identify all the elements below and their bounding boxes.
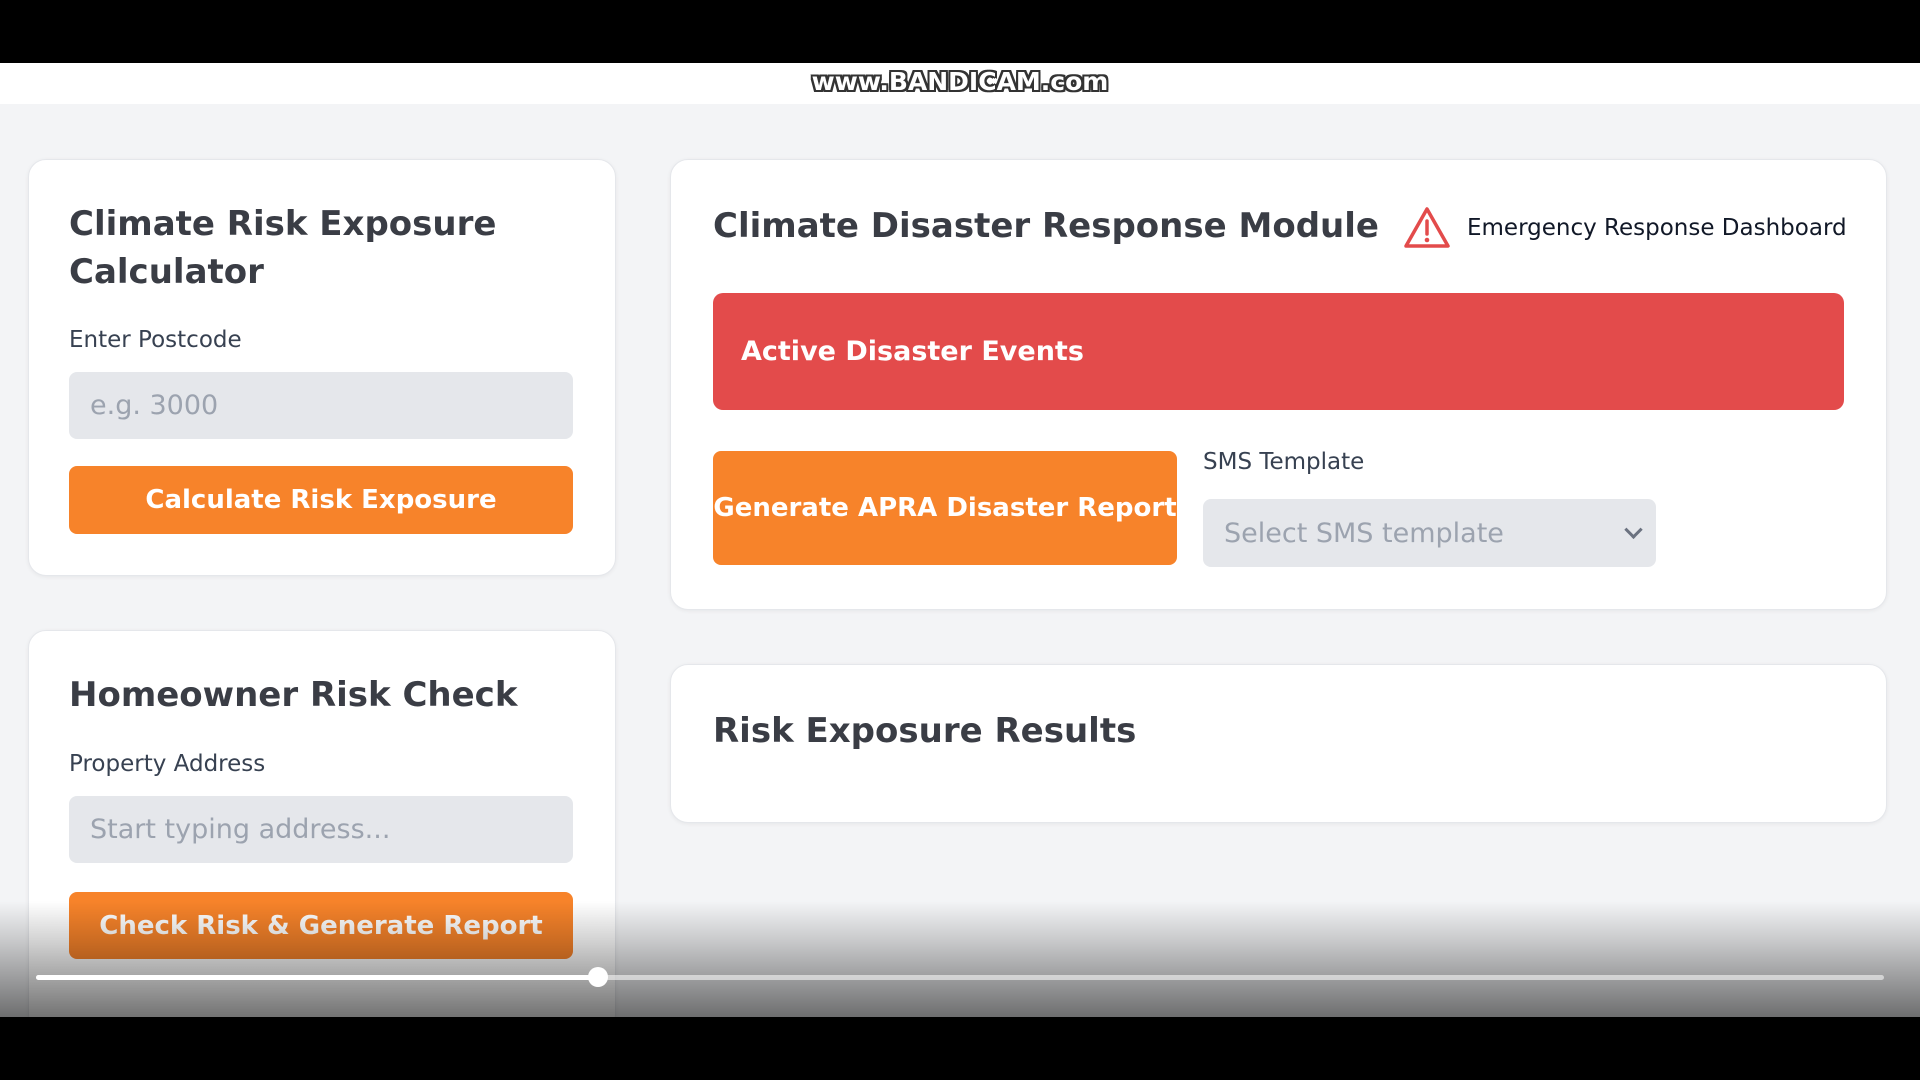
risk-calculator-card: Climate Risk Exposure Calculator Enter P… xyxy=(28,159,616,576)
sms-template-select[interactable]: Select SMS template xyxy=(1203,499,1656,567)
app-viewport: www.BANDICAM.com Climate Risk Exposure C… xyxy=(0,63,1920,1017)
active-disaster-events-banner[interactable]: Active Disaster Events xyxy=(713,293,1844,410)
postcode-label: Enter Postcode xyxy=(69,327,242,353)
disaster-module-card: Climate Disaster Response Module Emergen… xyxy=(670,159,1887,610)
property-address-label: Property Address xyxy=(69,751,266,777)
warning-triangle-icon xyxy=(1403,206,1451,250)
results-title: Risk Exposure Results xyxy=(713,711,1137,751)
emergency-dashboard-label: Emergency Response Dashboard xyxy=(1467,215,1847,241)
risk-calculator-title: Climate Risk Exposure Calculator xyxy=(69,204,497,292)
video-letterbox-bottom xyxy=(0,1017,1920,1080)
homeowner-check-title: Homeowner Risk Check xyxy=(69,675,518,715)
homeowner-check-card: Homeowner Risk Check Property Address Ch… xyxy=(28,630,616,1017)
chevron-down-icon xyxy=(1624,520,1643,539)
postcode-input[interactable] xyxy=(69,372,573,439)
video-seek-bar[interactable] xyxy=(36,967,1884,987)
results-card: Risk Exposure Results xyxy=(670,664,1887,823)
property-address-input[interactable] xyxy=(69,796,573,863)
sms-template-selected: Select SMS template xyxy=(1224,517,1504,549)
sms-template-label: SMS Template xyxy=(1203,449,1365,475)
disaster-module-title: Climate Disaster Response Module xyxy=(713,206,1379,246)
check-risk-button[interactable]: Check Risk & Generate Report xyxy=(69,892,573,959)
emergency-dashboard-link[interactable]: Emergency Response Dashboard xyxy=(1403,204,1847,252)
recorder-watermark: www.BANDICAM.com xyxy=(811,67,1109,96)
video-seek-progress xyxy=(36,975,598,980)
calculate-risk-button[interactable]: Calculate Risk Exposure xyxy=(69,466,573,534)
generate-apra-report-button[interactable]: Generate APRA Disaster Report xyxy=(713,451,1177,565)
video-letterbox-top xyxy=(0,0,1920,63)
video-seek-handle[interactable] xyxy=(587,967,608,987)
